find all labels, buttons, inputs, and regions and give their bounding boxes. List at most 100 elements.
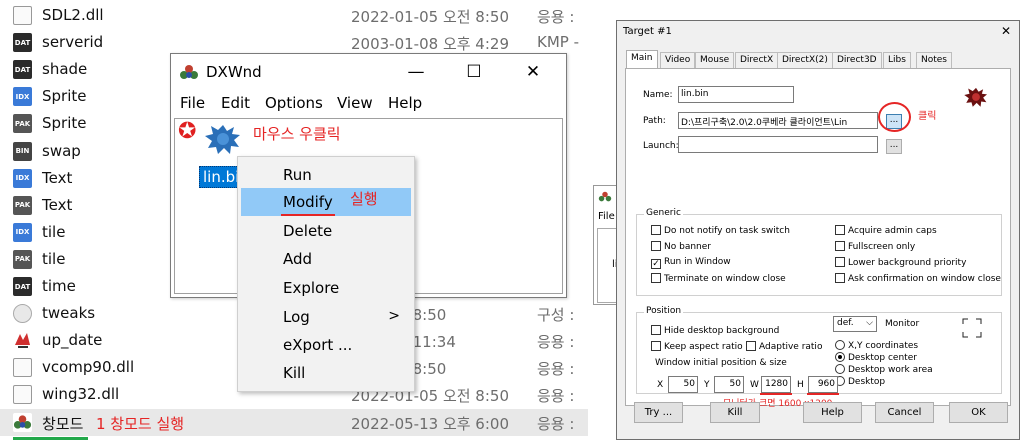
position-group-title: Position bbox=[644, 306, 684, 316]
maximize-button[interactable]: ☐ bbox=[454, 59, 494, 85]
menu-edit[interactable]: Edit bbox=[221, 94, 250, 112]
program-splat-icon[interactable] bbox=[203, 121, 243, 157]
menu-item-explore[interactable]: Explore bbox=[238, 274, 414, 302]
launch-field[interactable] bbox=[678, 136, 878, 153]
checkbox-no-notify[interactable]: Do not notify on task switch bbox=[651, 225, 790, 236]
ok-button[interactable]: OK bbox=[949, 402, 1008, 423]
x-field[interactable]: 50 bbox=[668, 376, 698, 393]
dll-file-icon bbox=[13, 358, 32, 378]
kill-button[interactable]: Kill bbox=[710, 402, 760, 423]
checkbox-keep-aspect-label: Keep aspect ratio bbox=[664, 342, 743, 352]
w-field[interactable]: 1280 bbox=[761, 376, 791, 393]
try-button[interactable]: Try ... bbox=[634, 402, 683, 423]
h-field[interactable]: 960 bbox=[808, 376, 838, 393]
x-label: X bbox=[657, 380, 664, 390]
menu-help[interactable]: Help bbox=[388, 94, 422, 112]
radio-circle[interactable] bbox=[835, 340, 845, 350]
checkbox-box[interactable] bbox=[651, 241, 661, 251]
checkbox-box[interactable] bbox=[651, 273, 661, 283]
menu-item-export[interactable]: eXport ... bbox=[238, 331, 414, 359]
checkbox-box[interactable] bbox=[835, 241, 845, 251]
dll-file-icon bbox=[13, 385, 32, 405]
dat-file-icon: DAT bbox=[13, 277, 32, 296]
menu-item-modify[interactable]: Modify bbox=[241, 188, 411, 216]
checkbox-lower-priority[interactable]: Lower background priority bbox=[835, 257, 966, 268]
close-button[interactable]: ✕ bbox=[513, 59, 553, 85]
file-type: 구성 : bbox=[537, 306, 575, 325]
menu-item-add[interactable]: Add bbox=[238, 245, 414, 273]
menu-view[interactable]: View bbox=[337, 94, 373, 112]
highlight-underline bbox=[13, 437, 88, 440]
main-tab-panel: Name: lin.bin Path: D:\프리구축\2.0\2.0쿠베라 클… bbox=[625, 68, 1011, 409]
menu-options[interactable]: Options bbox=[265, 94, 323, 112]
tab-main[interactable]: Main bbox=[626, 50, 658, 69]
tab-libs[interactable]: Libs bbox=[883, 52, 911, 68]
checkbox-admin-caps[interactable]: Acquire admin caps bbox=[835, 225, 937, 236]
tab-mouse[interactable]: Mouse bbox=[695, 52, 735, 68]
tab-directx2[interactable]: DirectX(2) bbox=[777, 52, 833, 68]
checkbox-fullscreen-only[interactable]: Fullscreen only bbox=[835, 241, 915, 252]
file-row[interactable]: SDL2.dll 2022-01-05 오전 8:50 응용 : bbox=[0, 2, 588, 29]
checkbox-box[interactable] bbox=[746, 341, 756, 351]
radio-desktop-center[interactable]: Desktop center bbox=[835, 352, 917, 363]
minimize-button[interactable]: — bbox=[396, 59, 436, 85]
checkbox-hide-desktop[interactable]: Hide desktop background bbox=[651, 325, 779, 336]
w-label: W bbox=[750, 380, 759, 390]
menu-item-kill[interactable]: Kill bbox=[238, 359, 414, 387]
checkbox-keep-aspect[interactable]: Keep aspect ratio bbox=[651, 341, 743, 352]
bg-menu-file[interactable]: File bbox=[598, 211, 615, 222]
modify-underline bbox=[281, 214, 335, 216]
dxwnd-menubar: File Edit Options View Help bbox=[171, 92, 566, 116]
checkbox-terminate-on-close[interactable]: Terminate on window close bbox=[651, 273, 786, 284]
checkbox-adaptive-ratio[interactable]: Adaptive ratio bbox=[746, 341, 822, 352]
fullscreen-corners-icon[interactable] bbox=[961, 317, 983, 339]
file-name: shade bbox=[42, 60, 88, 79]
menu-item-explore-label: Explore bbox=[283, 279, 340, 297]
help-button[interactable]: Help bbox=[803, 402, 862, 423]
file-name: Sprite bbox=[42, 87, 87, 106]
launch-label: Launch: bbox=[643, 141, 679, 151]
checkbox-hide-desktop-label: Hide desktop background bbox=[664, 326, 780, 336]
menu-file[interactable]: File bbox=[180, 94, 205, 112]
radio-desktop-work-area[interactable]: Desktop work area bbox=[835, 364, 933, 375]
tab-video[interactable]: Video bbox=[660, 52, 696, 68]
checkmark-icon[interactable]: ✓ bbox=[651, 259, 661, 269]
checkbox-ask-confirmation[interactable]: Ask confirmation on window close bbox=[835, 273, 1001, 284]
menu-item-log[interactable]: Log > bbox=[238, 303, 414, 331]
radio-xy-coordinates[interactable]: X,Y coordinates bbox=[835, 340, 918, 351]
file-type: 응용 : bbox=[537, 414, 575, 433]
y-field[interactable]: 50 bbox=[714, 376, 744, 393]
file-name: tile bbox=[42, 222, 66, 241]
cancel-button[interactable]: Cancel bbox=[875, 402, 934, 423]
checkbox-box[interactable] bbox=[651, 225, 661, 235]
radio-circle[interactable] bbox=[835, 364, 845, 374]
radio-desktop-center-label: Desktop center bbox=[848, 353, 917, 363]
tab-direct3d[interactable]: Direct3D bbox=[832, 52, 882, 68]
file-name: up_date bbox=[42, 331, 103, 350]
radio-desktop[interactable]: Desktop bbox=[835, 376, 885, 387]
dxwnd-titlebar[interactable]: DXWnd — ☐ ✕ bbox=[171, 54, 566, 90]
star-icon: ✪ bbox=[178, 119, 197, 144]
checkbox-box[interactable] bbox=[835, 225, 845, 235]
checkbox-box[interactable] bbox=[651, 325, 661, 335]
settings-file-icon bbox=[13, 304, 32, 324]
path-field[interactable]: D:\프리구축\2.0\2.0쿠베라 클라이언트\Lin bbox=[678, 112, 878, 129]
file-row[interactable]: 창모드 2022-05-13 오후 6:00 응용 : bbox=[0, 408, 588, 436]
launch-browse-button[interactable]: ... bbox=[886, 139, 902, 154]
checkbox-adaptive-ratio-label: Adaptive ratio bbox=[759, 342, 823, 352]
checkbox-box[interactable] bbox=[651, 341, 661, 351]
monitor-select[interactable]: def. ⌵ bbox=[833, 316, 877, 332]
tab-notes[interactable]: Notes bbox=[916, 52, 952, 68]
menu-item-run[interactable]: Run bbox=[238, 161, 414, 189]
name-label: Name: bbox=[643, 90, 673, 100]
checkbox-box[interactable] bbox=[835, 257, 845, 267]
checkbox-no-banner[interactable]: No banner bbox=[651, 241, 711, 252]
tab-directx[interactable]: DirectX bbox=[735, 52, 779, 68]
dialog-close-icon[interactable]: ✕ bbox=[1001, 24, 1011, 38]
checkbox-box[interactable] bbox=[835, 273, 845, 283]
menu-item-delete[interactable]: Delete bbox=[238, 217, 414, 245]
name-field[interactable]: lin.bin bbox=[678, 86, 794, 103]
file-name: Text bbox=[42, 168, 73, 187]
checkbox-run-in-window[interactable]: ✓ Run in Window bbox=[651, 257, 731, 269]
radio-circle-selected[interactable] bbox=[835, 352, 845, 362]
